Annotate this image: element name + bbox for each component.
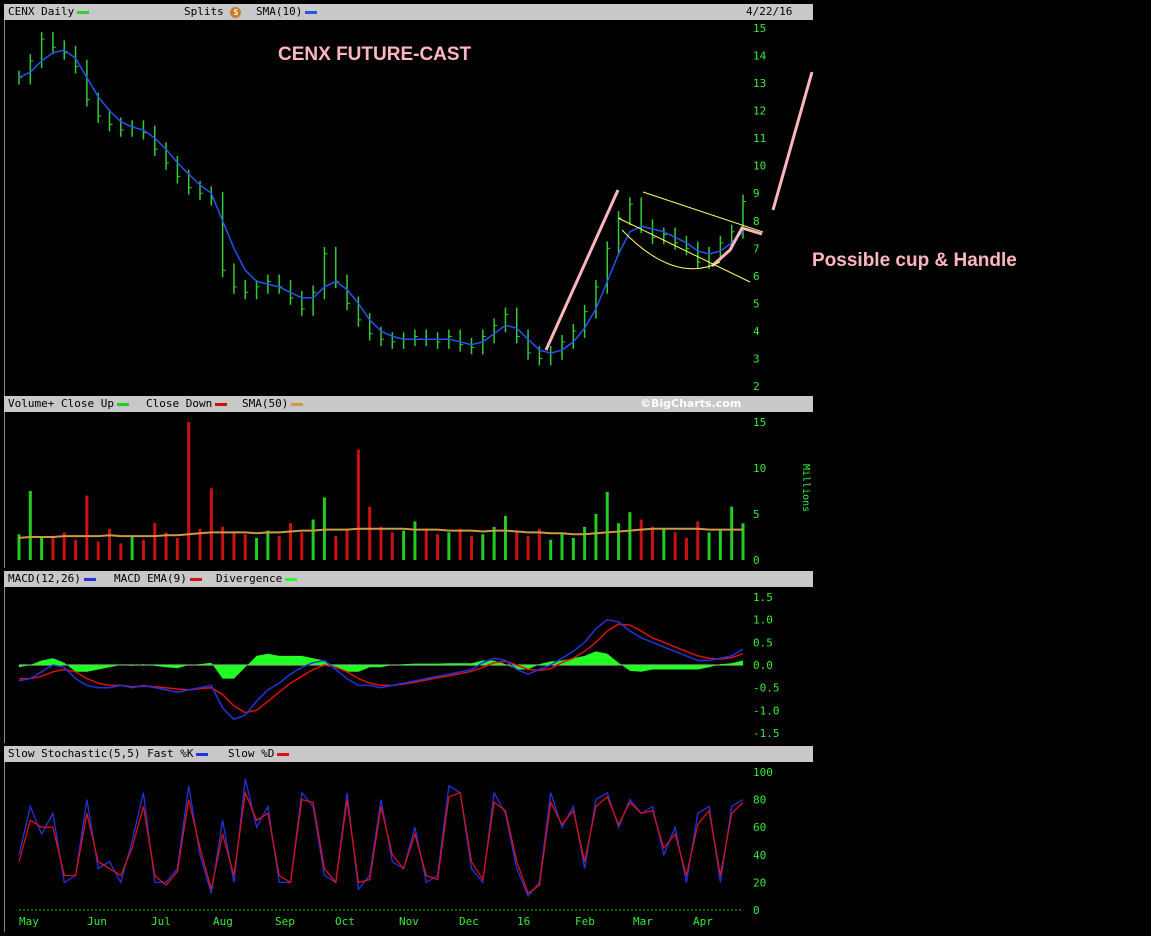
annotation-overlay — [544, 71, 814, 351]
handle-arrow-line — [711, 226, 763, 268]
rally-arrow-line — [544, 189, 620, 351]
projection-arrow-line — [771, 71, 814, 211]
upper-trendline — [642, 191, 764, 233]
cup-curve — [621, 229, 721, 270]
